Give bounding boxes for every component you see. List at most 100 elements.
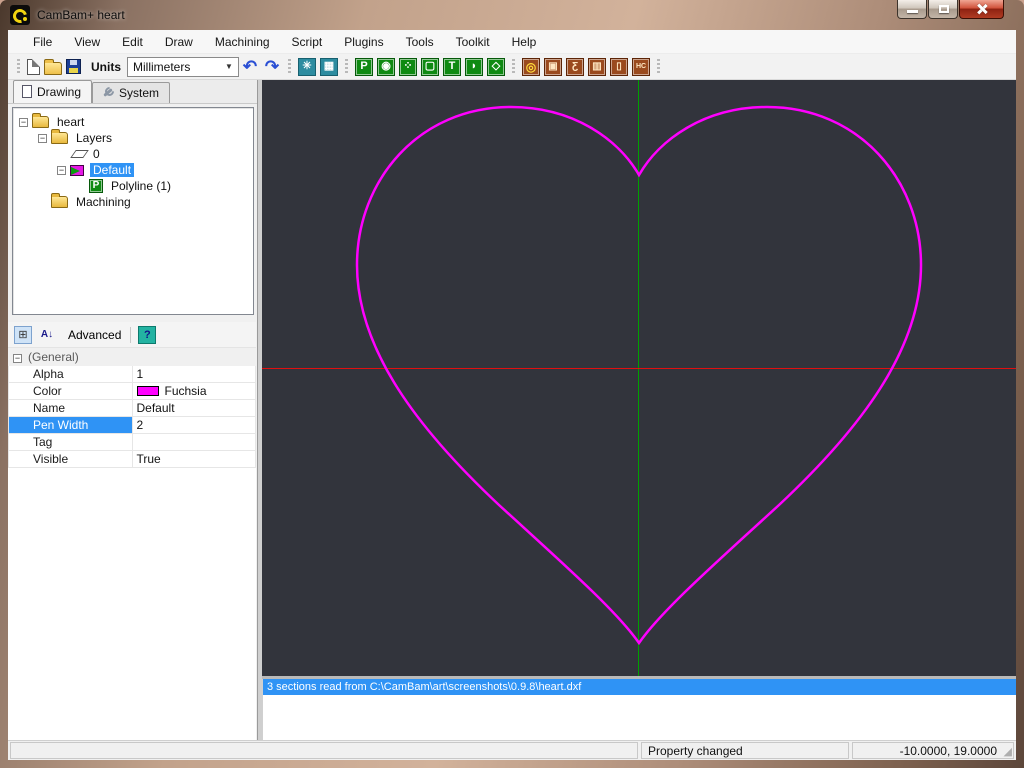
property-row-tag[interactable]: Tag [8,433,256,451]
property-name[interactable]: Visible [8,450,133,468]
open-drawing-icon[interactable] [44,58,62,75]
tree-item-polyline-1[interactable]: P Polyline (1) [13,178,253,194]
heightcut-op-icon[interactable]: HC [632,57,650,76]
menu-item-tools[interactable]: Tools [395,32,445,52]
draw-surface-icon[interactable]: ◇ [487,57,505,76]
tab-system[interactable]: System [92,82,171,103]
menu-item-script[interactable]: Script [281,32,334,52]
draw-arc-icon[interactable]: ◗ [465,57,483,76]
property-value[interactable]: 1 [131,365,256,383]
tab-system-label: System [119,85,160,100]
close-button[interactable] [959,0,1004,19]
status-bar: Property changed -10.0000, 19.0000 ◢ [8,740,1016,760]
draw-text-icon[interactable]: T [443,57,461,76]
property-row-color[interactable]: Color Fuchsia [8,382,256,400]
snap-points-icon[interactable]: ✳ [298,57,316,76]
new-drawing-icon[interactable] [27,58,40,75]
toolbar-grip [288,58,291,75]
tab-drawing[interactable]: Drawing [13,80,93,103]
draw-rectangle-icon[interactable]: ▢ [421,57,439,76]
menu-item-plugins[interactable]: Plugins [333,32,394,52]
tree-item-heart[interactable]: − heart [13,113,253,130]
property-value[interactable]: 2 [131,416,256,434]
message-list: 3 sections read from C:\CamBam\art\scree… [262,679,1016,740]
drawing-page-icon [22,85,32,98]
property-grid: − (General) Alpha 1 Color Fuchsia Name Default P… [8,348,256,468]
menu-item-view[interactable]: View [63,32,111,52]
drawing-canvas[interactable] [262,80,1016,676]
snap-grid-icon[interactable]: ▦ [320,57,338,76]
expander-icon[interactable]: − [57,165,66,175]
property-row-name[interactable]: Name Default [8,399,256,417]
toolbar-grip [17,58,20,75]
main-toolbar: Units Millimeters ▼ ↶ ↷ ✳ ▦ P ◉ ⁘ ▢ T ◗ ◇ ◎ ▣ Ƹ ▥ ▯ HC [8,54,1016,80]
message-line[interactable]: 3 sections read from C:\CamBam\art\scree… [263,679,1016,695]
title-bar[interactable]: CamBam+ heart [0,0,1024,30]
toolbar-grip [657,58,660,75]
toolbar-grip [512,58,515,75]
units-select[interactable]: Millimeters ▼ [127,56,239,77]
engrave-op-icon[interactable]: Ƹ [566,57,584,76]
menu-item-draw[interactable]: Draw [154,32,204,52]
expander-icon[interactable]: − [19,117,28,127]
menu-item-toolkit[interactable]: Toolkit [445,32,501,52]
tree-item-0[interactable]: 0 [13,146,253,162]
minimize-button[interactable] [897,0,927,19]
folder-icon [51,193,68,208]
menu-item-machining[interactable]: Machining [204,32,281,52]
folder-icon [32,113,49,128]
heart-polyline[interactable] [262,80,1016,676]
toolbar-group-undo-redo: ↶ ↷ [239,58,283,76]
property-value[interactable] [131,433,256,451]
profile-op-icon[interactable]: ◎ [522,57,540,76]
alphabetical-view-icon[interactable]: A↓ [38,326,56,344]
draw-circle-icon[interactable]: ◉ [377,57,395,76]
property-name[interactable]: Color [8,382,133,400]
property-name[interactable]: Name [8,399,133,417]
window-controls [897,0,1004,19]
draw-polyline-icon[interactable]: P [355,57,373,76]
menu-item-help[interactable]: Help [501,32,548,52]
pocket-op-icon[interactable]: ▣ [544,57,562,76]
drill-op-icon[interactable]: ▥ [588,57,606,76]
chevron-down-icon: ▼ [225,61,233,71]
tree-item-machining[interactable]: Machining [13,193,253,210]
cursor-coordinates: -10.0000, 19.0000 [899,743,997,758]
property-category-cell: − (General) [8,348,256,366]
minimize-icon [907,10,918,13]
property-row-alpha[interactable]: Alpha 1 [8,365,256,383]
left-panel: Drawing System − heart − Layers 0− Default P Po… [8,80,258,740]
categorized-view-icon[interactable]: ⊞ [14,325,32,344]
menu-item-file[interactable]: File [22,32,63,52]
app-window: CamBam+ heart File View Edit Draw Machining S… [0,0,1024,768]
tree-item-default[interactable]: − Default [13,162,253,178]
status-pane-coordinates: -10.0000, 19.0000 ◢ [852,742,1014,759]
save-drawing-icon[interactable] [66,59,81,74]
property-value[interactable]: True [131,450,256,468]
tree-item-label: Polyline (1) [111,179,172,193]
collapse-icon[interactable]: − [13,354,22,363]
property-row-pen-width[interactable]: Pen Width 2 [8,416,256,434]
close-icon [976,3,988,15]
expander-icon[interactable]: − [38,133,47,143]
property-row-visible[interactable]: Visible True [8,450,256,468]
tree-item-layers[interactable]: − Layers [13,129,253,146]
units-label: Units [91,59,121,74]
advanced-button[interactable]: Advanced [62,326,127,344]
folder-icon [51,129,68,144]
lathe-op-icon[interactable]: ▯ [610,57,628,76]
status-pane-message: Property changed [641,742,849,759]
property-name[interactable]: Pen Width [8,416,133,434]
undo-icon[interactable]: ↶ [241,58,259,76]
draw-point-list-icon[interactable]: ⁘ [399,57,417,76]
property-value[interactable]: Fuchsia [131,382,256,400]
property-value[interactable]: Default [131,399,256,417]
resize-grip[interactable]: ◢ [1004,747,1012,758]
property-name[interactable]: Alpha [8,365,133,383]
menu-item-edit[interactable]: Edit [111,32,154,52]
property-name[interactable]: Tag [8,433,133,451]
restore-button[interactable] [928,0,958,19]
property-category-row[interactable]: − (General) [8,348,256,366]
help-icon[interactable]: ? [138,325,157,344]
redo-icon[interactable]: ↷ [263,58,281,76]
